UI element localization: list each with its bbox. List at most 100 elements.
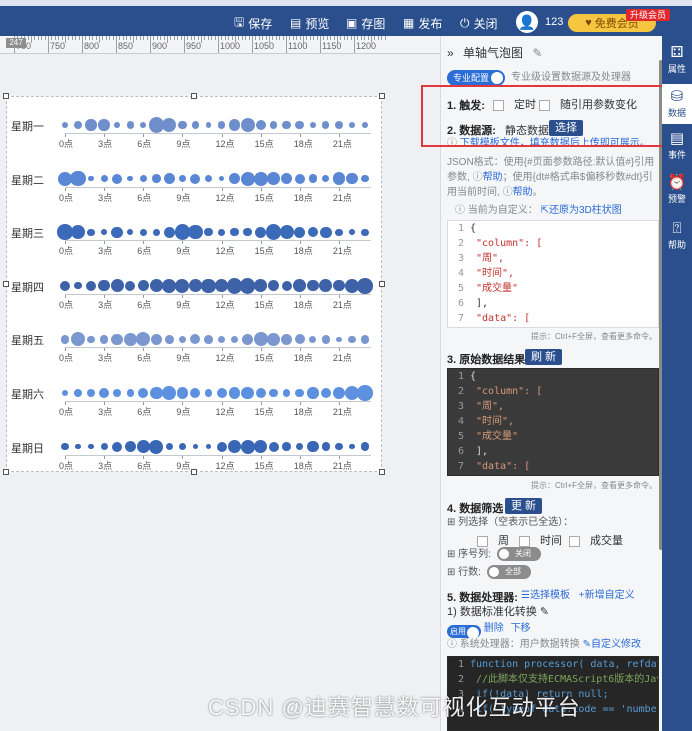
bubble-point[interactable] [61,443,69,451]
bubble-point[interactable] [296,443,304,451]
bubble-point[interactable] [178,175,186,183]
select-template-link[interactable]: ☰选择模板 [521,590,570,601]
bubble-point[interactable] [100,443,108,451]
bubble-point[interactable] [178,120,187,130]
bubble-point[interactable] [228,440,241,453]
bubble-point[interactable] [205,443,212,450]
bubble-point[interactable] [149,386,163,400]
bubble-point[interactable] [123,333,137,346]
bubble-point[interactable] [205,122,212,128]
bubble-point[interactable] [114,122,121,128]
bubble-point[interactable] [112,388,122,398]
bubble-point[interactable] [333,280,345,292]
bubble-point[interactable] [165,335,174,344]
bubble-point[interactable] [188,225,203,240]
bubble-point[interactable] [269,388,278,398]
bubble-point[interactable] [70,225,86,240]
bubble-point[interactable] [111,333,123,346]
bubble-point[interactable] [294,226,306,238]
bubble-point[interactable] [282,120,292,130]
bubble-point[interactable] [228,172,241,185]
user-avatar-icon[interactable]: 👤 [516,11,538,33]
bubble-point[interactable] [150,333,162,346]
bubble-point[interactable] [267,172,281,185]
bubble-point[interactable] [138,388,149,398]
bubble-point[interactable] [204,389,213,397]
bubble-point[interactable] [178,443,186,451]
bubble-point[interactable] [253,332,268,347]
bubble-point[interactable] [217,335,226,343]
bubble-point[interactable] [307,387,319,399]
bubble-point[interactable] [218,175,225,182]
bubble-point[interactable] [124,440,136,453]
bubble-point[interactable] [336,336,342,343]
bubble-point[interactable] [152,228,160,236]
bubble-point[interactable] [165,443,173,451]
json-editor[interactable]: 1{2 "column": [3 "周", 4 "时间", 5 "成交量" 6 ], 7… [447,220,659,328]
bubble-point[interactable] [87,228,95,236]
help-link-2[interactable]: 帮助 [513,187,533,198]
bubble-point[interactable] [175,278,190,293]
bubble-point[interactable] [86,280,97,291]
bubble-point[interactable] [74,282,82,290]
bubble-point[interactable] [361,175,369,183]
bubble-point[interactable] [162,385,177,401]
resize-handle[interactable] [379,281,385,287]
bubble-point[interactable] [85,119,97,131]
bubble-point[interactable] [294,173,305,184]
move-down-link[interactable]: 下移 [511,623,531,634]
bubble-point[interactable] [321,335,331,344]
bubble-point[interactable] [334,120,344,130]
bubble-point[interactable] [348,335,356,343]
bubble-point[interactable] [201,278,216,293]
bubble-point[interactable] [70,170,86,187]
bubble-point[interactable] [204,175,213,183]
bubble-point[interactable] [332,386,346,400]
bubble-point[interactable] [62,122,68,128]
bubble-point[interactable] [230,335,239,343]
bubble-point[interactable] [282,442,292,451]
bubble-point[interactable] [240,439,255,454]
serial-toggle[interactable]: 关闭 [497,547,541,561]
bubble-point[interactable] [254,279,268,293]
delete-link[interactable]: 删除 [484,623,504,634]
bubble-chart[interactable]: 星期一 0点 3点 6点 9点 12点 15点 18点 21点 星期二 0点 3点 6点 9点 12点 15点… [3,93,385,475]
bubble-point[interactable] [243,227,252,237]
bubble-point[interactable] [281,280,292,291]
bubble-point[interactable] [178,335,186,343]
bubble-point[interactable] [320,226,332,238]
bubble-point[interactable] [295,120,305,130]
bubble-point[interactable] [127,175,134,182]
save-button[interactable]: 🖫 保存 [234,14,272,32]
refresh-button[interactable]: 刷 新 [525,349,563,365]
bubble-point[interactable] [162,278,177,293]
bubble-point[interactable] [139,228,147,236]
bubble-point[interactable] [332,172,346,185]
bubble-point[interactable] [267,333,281,346]
bubble-point[interactable] [357,385,373,401]
bubble-point[interactable] [149,279,163,293]
bubble-point[interactable] [228,119,241,131]
bubble-point[interactable] [204,335,213,344]
bubble-point[interactable] [70,332,86,347]
col-week-checkbox[interactable]: 周 [477,532,509,548]
bubble-point[interactable] [136,332,151,347]
bubble-point[interactable] [87,335,95,343]
bubble-point[interactable] [99,335,109,344]
bubble-point[interactable] [307,280,319,292]
bubble-point[interactable] [294,334,305,345]
restore-3d-link[interactable]: ⇱还原为3D柱状图 [541,205,622,216]
bubble-point[interactable] [62,390,68,396]
bubble-point[interactable] [254,226,267,238]
resize-handle[interactable] [3,281,9,287]
col-volume-checkbox[interactable]: 成交量 [569,532,623,548]
bubble-point[interactable] [99,388,110,398]
resize-handle[interactable] [3,93,9,99]
bubble-point[interactable] [270,121,278,129]
bubble-point[interactable] [162,117,177,133]
bubble-point[interactable] [88,175,94,182]
bubble-point[interactable] [335,443,343,451]
bubble-point[interactable] [240,171,255,186]
bubble-point[interactable] [163,172,176,185]
bubble-point[interactable] [357,278,373,294]
